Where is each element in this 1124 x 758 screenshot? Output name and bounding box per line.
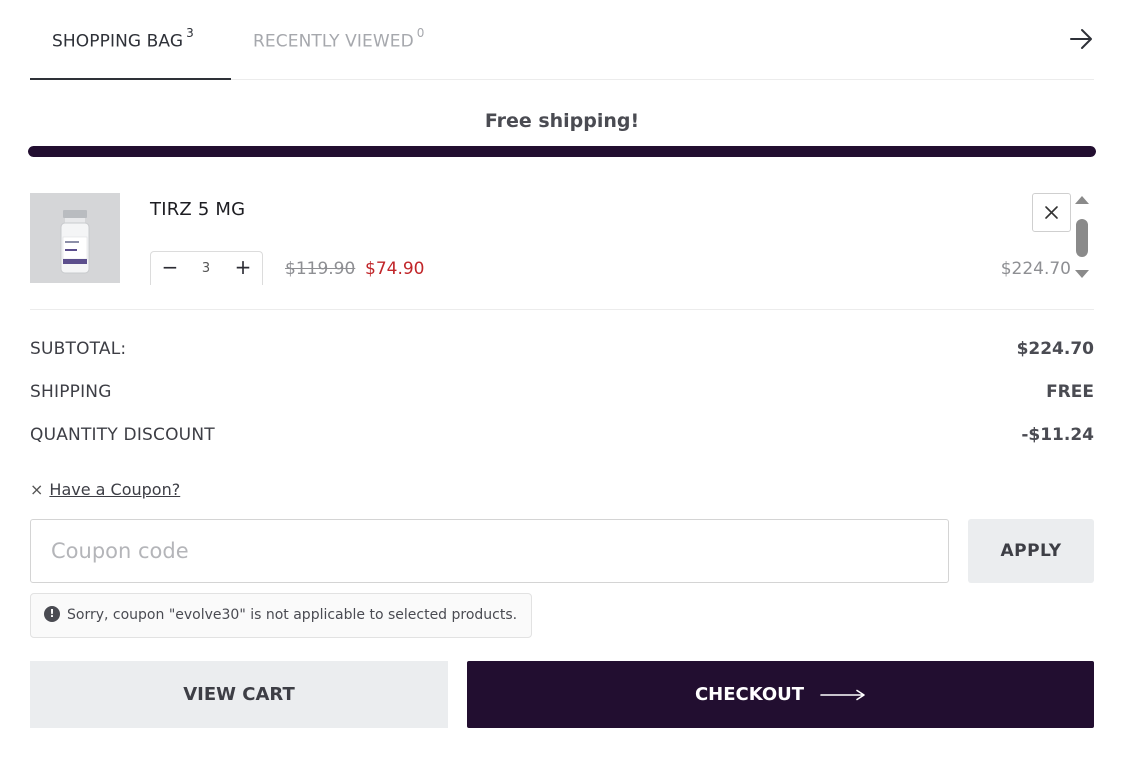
scroll-down-icon[interactable] bbox=[1075, 270, 1089, 278]
tab-recently-viewed-label: RECENTLY VIEWED bbox=[253, 31, 414, 52]
view-cart-button[interactable]: VIEW CART bbox=[30, 661, 448, 728]
checkout-button[interactable]: CHECKOUT bbox=[467, 661, 1094, 728]
quantity-stepper: − 3 + bbox=[150, 251, 263, 285]
coupon-error-notice: ! Sorry, coupon "evolve30" is not applic… bbox=[30, 593, 532, 638]
product-thumbnail[interactable] bbox=[30, 193, 120, 283]
free-shipping-label: Free shipping! bbox=[484, 110, 640, 132]
discount-label: QUANTITY DISCOUNT bbox=[30, 425, 215, 445]
item-list-scrollbar[interactable] bbox=[1074, 196, 1090, 284]
divider bbox=[30, 309, 1094, 310]
active-tab-indicator bbox=[30, 78, 231, 80]
have-coupon-link[interactable]: Have a Coupon? bbox=[49, 480, 180, 499]
coupon-close-icon[interactable]: × bbox=[30, 480, 43, 499]
line-total: $224.70 bbox=[1000, 259, 1071, 279]
exclamation-circle-icon: ! bbox=[44, 606, 60, 622]
subtotal-label: SUBTOTAL: bbox=[30, 339, 127, 359]
increase-quantity-button[interactable]: + bbox=[233, 257, 253, 278]
long-arrow-right-icon bbox=[820, 689, 865, 700]
original-price: $119.90 bbox=[285, 259, 356, 279]
arrow-right-icon[interactable] bbox=[1068, 26, 1094, 52]
sale-price: $74.90 bbox=[365, 259, 425, 279]
free-shipping-progress-fill bbox=[28, 146, 1096, 157]
coupon-code-input[interactable] bbox=[30, 519, 949, 583]
scroll-up-icon[interactable] bbox=[1075, 196, 1089, 204]
cart-tabs: SHOPPING BAG 3 RECENTLY VIEWED 0 bbox=[30, 0, 1094, 80]
quantity-value[interactable]: 3 bbox=[191, 261, 221, 276]
tab-recently-viewed-count: 0 bbox=[416, 26, 425, 40]
free-shipping-progress bbox=[28, 146, 1096, 157]
shipping-label: SHIPPING bbox=[30, 382, 112, 402]
coupon-error-text: Sorry, coupon "evolve30" is not applicab… bbox=[67, 607, 518, 623]
subtotal-row: SUBTOTAL: $224.70 bbox=[30, 339, 1094, 363]
vial-icon bbox=[60, 210, 90, 274]
checkout-label: CHECKOUT bbox=[694, 684, 805, 705]
tab-shopping-bag-count: 3 bbox=[186, 26, 194, 40]
discount-row: QUANTITY DISCOUNT -$11.24 bbox=[30, 425, 1094, 449]
discount-value: -$11.24 bbox=[1021, 425, 1094, 445]
apply-coupon-button[interactable]: APPLY bbox=[968, 519, 1094, 583]
product-name[interactable]: TIRZ 5 MG bbox=[150, 199, 245, 220]
tab-recently-viewed[interactable]: RECENTLY VIEWED 0 bbox=[253, 26, 425, 52]
coupon-toggle: × Have a Coupon? bbox=[30, 480, 180, 499]
shipping-row: SHIPPING FREE bbox=[30, 382, 1094, 406]
close-icon bbox=[1045, 206, 1058, 219]
shipping-value: FREE bbox=[1046, 382, 1094, 402]
scrollbar-thumb[interactable] bbox=[1076, 219, 1088, 257]
subtotal-value: $224.70 bbox=[1016, 339, 1094, 359]
tab-shopping-bag-label: SHOPPING BAG bbox=[52, 31, 184, 52]
tab-shopping-bag[interactable]: SHOPPING BAG 3 bbox=[52, 26, 194, 52]
decrease-quantity-button[interactable]: − bbox=[160, 257, 180, 278]
remove-item-button[interactable] bbox=[1032, 193, 1071, 232]
